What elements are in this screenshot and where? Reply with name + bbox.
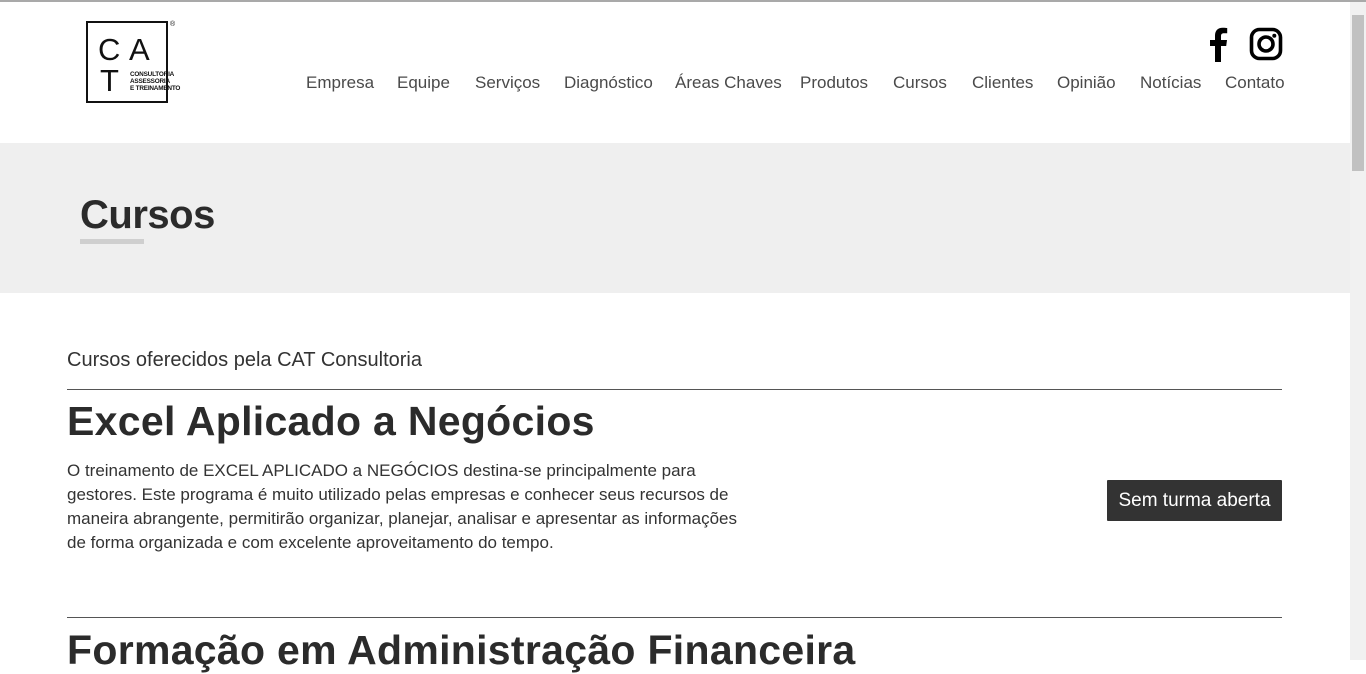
nav-item-contato[interactable]: Contato — [1225, 73, 1285, 93]
nav-item-empresa[interactable]: Empresa — [306, 73, 374, 93]
nav-item-diagnostico[interactable]: Diagnóstico — [564, 73, 653, 93]
logo-letter-a: A — [129, 32, 150, 67]
instagram-link[interactable] — [1249, 26, 1283, 62]
facebook-link[interactable] — [1203, 26, 1233, 62]
course-divider — [67, 389, 1282, 390]
cat-logo[interactable]: C A T ® CONSULTORIA ASSESSORIA E TREINAM… — [86, 21, 186, 107]
nav-item-servicos[interactable]: Serviços — [475, 73, 540, 93]
nav-item-equipe[interactable]: Equipe — [397, 73, 450, 93]
course-title: Formação em Administração Financeira — [67, 627, 856, 673]
nav-item-noticias[interactable]: Notícias — [1140, 73, 1201, 93]
scrollbar-thumb[interactable] — [1352, 15, 1364, 171]
logo-tagline-line: ASSESSORIA — [130, 78, 170, 85]
logo-tagline-line: E TREINAMENTO — [130, 85, 181, 92]
site-header: C A T ® CONSULTORIA ASSESSORIA E TREINAM… — [0, 2, 1350, 143]
course-title: Excel Aplicado a Negócios — [67, 398, 595, 444]
nav-item-produtos[interactable]: Produtos — [800, 73, 868, 93]
course-status-button[interactable]: Sem turma aberta — [1107, 480, 1282, 521]
facebook-icon — [1210, 27, 1228, 62]
courses-intro: Cursos oferecidos pela CAT Consultoria — [67, 349, 422, 371]
nav-item-opiniao[interactable]: Opinião — [1057, 73, 1116, 93]
page-banner: Cursos — [0, 143, 1350, 293]
title-underline — [80, 239, 144, 244]
course-description: O treinamento de EXCEL APLICADO a NEGÓCI… — [67, 461, 737, 552]
logo-tagline: CONSULTORIA ASSESSORIA E TREINAMENTO — [130, 71, 190, 92]
logo-registered-mark: ® — [170, 21, 176, 28]
logo-letter-t: T — [100, 63, 119, 98]
page-title: Cursos — [80, 193, 215, 237]
logo-tagline-line: CONSULTORIA — [130, 71, 175, 78]
logo-letter-c: C — [98, 32, 121, 67]
page-scrollbar[interactable] — [1350, 2, 1366, 660]
nav-item-areas-chaves[interactable]: Áreas Chaves — [675, 73, 782, 93]
instagram-icon — [1249, 27, 1283, 61]
course-divider — [67, 617, 1282, 618]
nav-item-cursos[interactable]: Cursos — [893, 73, 947, 93]
nav-item-clientes[interactable]: Clientes — [972, 73, 1033, 93]
